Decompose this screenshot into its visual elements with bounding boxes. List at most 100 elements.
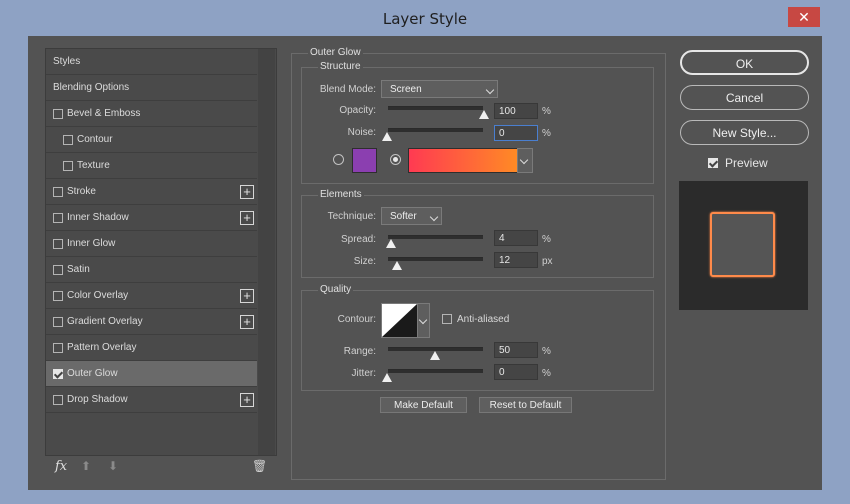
technique-label: Technique: <box>327 211 376 222</box>
opacity-slider-thumb[interactable] <box>479 110 489 119</box>
section-title: Outer Glow <box>308 47 363 58</box>
size-slider[interactable] <box>388 257 483 261</box>
drop-shadow-checkbox[interactable] <box>53 395 63 405</box>
contour-checkbox[interactable] <box>63 135 73 145</box>
list-item-outer-glow[interactable]: Outer Glow <box>46 361 257 387</box>
window-title: Layer Style <box>382 10 468 28</box>
spread-slider[interactable] <box>388 235 483 239</box>
move-down-icon[interactable]: ⬇ <box>108 459 118 473</box>
make-default-button[interactable]: Make Default <box>380 397 467 413</box>
jitter-slider-thumb[interactable] <box>382 373 392 382</box>
glow-color-fill <box>353 149 376 172</box>
reset-to-default-button[interactable]: Reset to Default <box>479 397 572 413</box>
opacity-input[interactable]: 100 <box>494 103 538 119</box>
new-style-button[interactable]: New Style... <box>680 120 809 145</box>
add-drop-shadow-icon[interactable]: + <box>240 393 254 407</box>
range-slider-thumb[interactable] <box>430 351 440 360</box>
size-input[interactable]: 12 <box>494 252 538 268</box>
list-item-inner-glow[interactable]: Inner Glow <box>46 231 257 257</box>
size-unit: px <box>542 256 553 267</box>
range-input[interactable]: 50 <box>494 342 538 358</box>
list-item-label: Texture <box>77 160 110 171</box>
add-inner-shadow-icon[interactable]: + <box>240 211 254 225</box>
ok-button[interactable]: OK <box>680 50 809 75</box>
noise-input[interactable]: 0 <box>494 125 538 141</box>
list-item-inner-shadow[interactable]: Inner Shadow + <box>46 205 257 231</box>
trash-icon[interactable]: 🗑 <box>252 459 267 473</box>
preview-swatch <box>710 212 775 277</box>
list-item-texture[interactable]: Texture <box>46 153 257 179</box>
contour-picker-button[interactable] <box>417 303 430 338</box>
opacity-label: Opacity: <box>339 105 376 116</box>
list-item-drop-shadow[interactable]: Drop Shadow + <box>46 387 257 413</box>
jitter-slider[interactable] <box>388 369 483 373</box>
gradient-picker-button[interactable] <box>517 148 533 173</box>
list-item-color-overlay[interactable]: Color Overlay + <box>46 283 257 309</box>
technique-select[interactable]: Softer <box>381 207 442 225</box>
texture-checkbox[interactable] <box>63 161 73 171</box>
list-item-styles[interactable]: Styles <box>46 49 257 75</box>
gradient-overlay-checkbox[interactable] <box>53 317 63 327</box>
structure-title: Structure <box>318 61 363 72</box>
glow-gradient-swatch[interactable] <box>408 148 518 173</box>
spread-input[interactable]: 4 <box>494 230 538 246</box>
spread-slider-thumb[interactable] <box>386 239 396 248</box>
gradient-radio[interactable] <box>390 154 401 165</box>
satin-checkbox[interactable] <box>53 265 63 275</box>
jitter-label: Jitter: <box>351 368 376 379</box>
list-item-label: Stroke <box>67 186 96 197</box>
stroke-checkbox[interactable] <box>53 187 63 197</box>
list-item-satin[interactable]: Satin <box>46 257 257 283</box>
styles-list-scrollbar[interactable] <box>258 49 275 455</box>
add-stroke-icon[interactable]: + <box>240 185 254 199</box>
list-item-label: Blending Options <box>53 82 130 93</box>
list-item-bevel-emboss[interactable]: Bevel & Emboss <box>46 101 257 127</box>
pattern-overlay-checkbox[interactable] <box>53 343 63 353</box>
list-item-pattern-overlay[interactable]: Pattern Overlay <box>46 335 257 361</box>
list-item-label: Drop Shadow <box>67 394 128 405</box>
add-gradient-overlay-icon[interactable]: + <box>240 315 254 329</box>
size-slider-thumb[interactable] <box>392 261 402 270</box>
cancel-button[interactable]: Cancel <box>680 85 809 110</box>
fx-icon[interactable]: fx <box>55 459 67 474</box>
list-item-label: Styles <box>53 56 81 67</box>
chevron-down-icon <box>519 155 529 165</box>
list-item-gradient-overlay[interactable]: Gradient Overlay + <box>46 309 257 335</box>
add-color-overlay-icon[interactable]: + <box>240 289 254 303</box>
bevel-emboss-checkbox[interactable] <box>53 109 63 119</box>
title-bar: Layer Style ✕ <box>0 0 850 36</box>
chevron-down-icon <box>485 85 495 95</box>
layer-style-dialog: Styles Blending Options Bevel & Emboss C… <box>28 36 822 490</box>
anti-aliased-checkbox[interactable] <box>442 314 452 324</box>
list-item-label: Inner Shadow <box>67 212 129 223</box>
list-item-label: Inner Glow <box>67 238 116 249</box>
range-unit: % <box>542 346 551 357</box>
jitter-unit: % <box>542 368 551 379</box>
opacity-unit: % <box>542 106 551 117</box>
noise-slider-thumb[interactable] <box>382 132 392 141</box>
noise-slider[interactable] <box>388 128 483 132</box>
move-up-icon[interactable]: ⬆ <box>81 459 91 473</box>
blend-mode-select[interactable]: Screen <box>381 80 498 98</box>
glow-color-swatch[interactable] <box>352 148 377 173</box>
inner-shadow-checkbox[interactable] <box>53 213 63 223</box>
list-item-label: Color Overlay <box>67 290 129 301</box>
list-item-stroke[interactable]: Stroke + <box>46 179 257 205</box>
opacity-slider[interactable] <box>388 106 483 110</box>
list-item-label: Satin <box>67 264 90 275</box>
jitter-input[interactable]: 0 <box>494 364 538 380</box>
outer-glow-checkbox[interactable] <box>53 369 63 379</box>
list-item-contour[interactable]: Contour <box>46 127 257 153</box>
close-button[interactable]: ✕ <box>788 7 820 27</box>
solid-color-radio[interactable] <box>333 154 344 165</box>
contour-preview[interactable] <box>381 303 418 338</box>
preview-label: Preview <box>725 156 768 170</box>
blend-mode-label: Blend Mode: <box>319 84 376 95</box>
color-overlay-checkbox[interactable] <box>53 291 63 301</box>
styles-list: Styles Blending Options Bevel & Emboss C… <box>45 48 277 456</box>
list-item-blending-options[interactable]: Blending Options <box>46 75 257 101</box>
list-item-label: Outer Glow <box>67 368 118 379</box>
spread-unit: % <box>542 234 551 245</box>
inner-glow-checkbox[interactable] <box>53 239 63 249</box>
preview-checkbox[interactable] <box>708 158 718 168</box>
